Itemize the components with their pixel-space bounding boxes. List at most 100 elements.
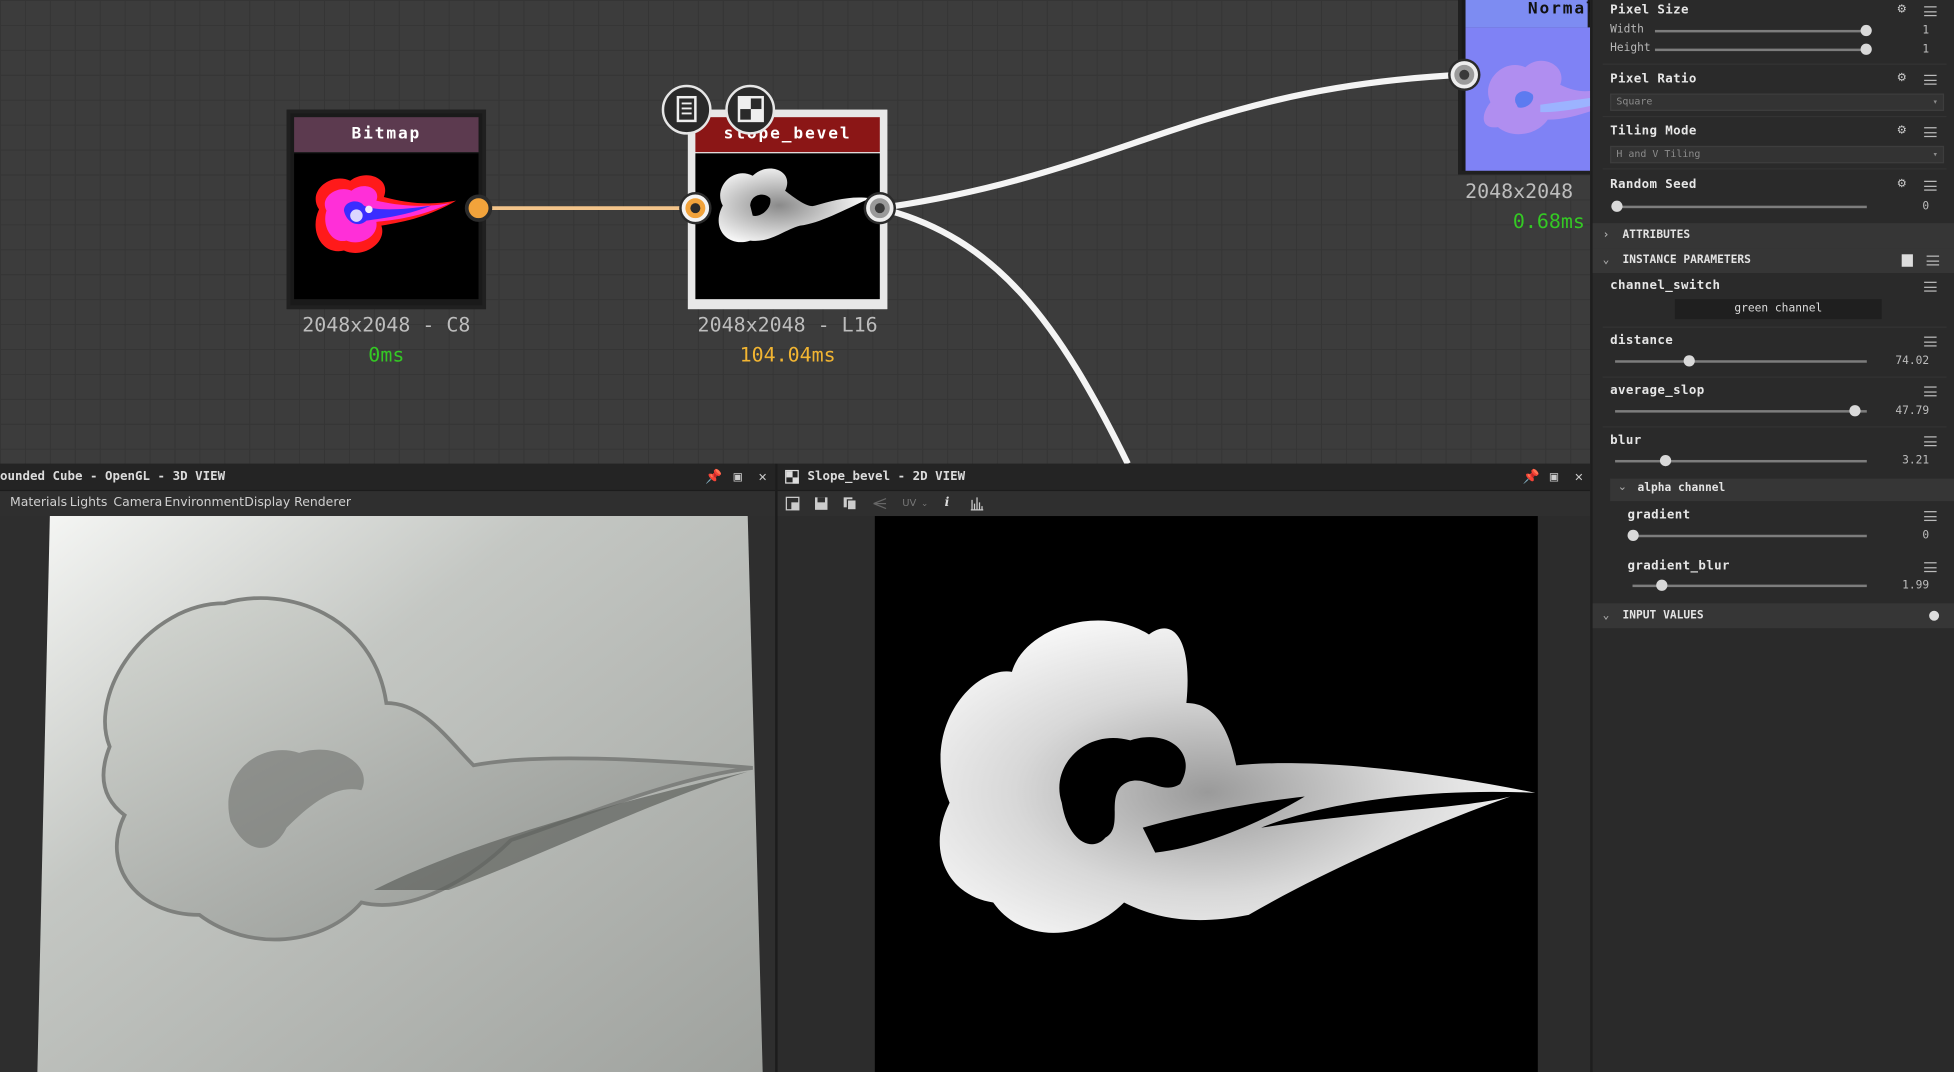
- menu-icon[interactable]: [1926, 255, 1940, 266]
- pin-icon[interactable]: 📌: [705, 470, 722, 484]
- menu-icon[interactable]: [1924, 281, 1937, 292]
- node-graph[interactable]: Bitmap 2048x2048 - C8 0ms slope_bevel 20…: [0, 0, 1591, 464]
- viewport-3d[interactable]: [0, 516, 776, 1072]
- slope-input-port[interactable]: [681, 194, 710, 222]
- chevron-down-icon: ⌄: [1602, 254, 1610, 267]
- viewport-2d[interactable]: [777, 516, 1591, 1072]
- close-icon[interactable]: ✕: [1573, 470, 1585, 484]
- channels-icon[interactable]: [872, 496, 887, 511]
- distance-knob[interactable]: [1683, 355, 1695, 367]
- normal-input-port[interactable]: [1450, 61, 1478, 89]
- tiling-mode-title: Tiling Mode: [1610, 124, 1697, 139]
- gradient-knob[interactable]: [1627, 529, 1639, 541]
- node-bitmap[interactable]: Bitmap: [286, 109, 487, 310]
- blur-value[interactable]: 3.21: [1902, 455, 1929, 467]
- pixel-height-slider[interactable]: [1654, 48, 1867, 52]
- random-seed-knob[interactable]: [1611, 200, 1623, 212]
- group-alpha-channel[interactable]: ⌄ alpha channel: [1610, 478, 1954, 502]
- checker-icon[interactable]: [725, 84, 776, 135]
- pixel-width-knob[interactable]: [1860, 24, 1872, 37]
- slope-bevel-preview: [939, 620, 1536, 933]
- close-icon[interactable]: ✕: [756, 470, 768, 484]
- gradient-blur-value[interactable]: 1.99: [1902, 580, 1929, 592]
- average-slop-slider[interactable]: [1615, 410, 1867, 413]
- menu-materials[interactable]: Materials: [10, 491, 67, 516]
- inherit-icon[interactable]: ⚙: [1897, 125, 1912, 137]
- tiling-mode-dropdown[interactable]: H and V Tiling ▾: [1610, 145, 1945, 164]
- average-slop-value[interactable]: 47.79: [1895, 405, 1929, 417]
- inherit-icon[interactable]: ⚙: [1897, 72, 1912, 84]
- menu-icon[interactable]: [1924, 6, 1937, 17]
- pixel-ratio-title: Pixel Ratio: [1610, 72, 1697, 87]
- view-2d[interactable]: Slope_bevel - 2D VIEW 📌 ▣ ✕ UV ⌄ i: [775, 463, 1591, 1072]
- view-3d[interactable]: ounded Cube - OpenGL - 3D VIEW 📌 ▣ ✕ Mat…: [0, 463, 776, 1072]
- gradient-slider[interactable]: [1632, 534, 1867, 538]
- blur-knob[interactable]: [1660, 454, 1672, 467]
- node-normal[interactable]: Normal: [1458, 0, 1591, 175]
- menu-icon[interactable]: [1924, 386, 1937, 397]
- info-icon[interactable]: i: [945, 491, 950, 516]
- histogram-icon[interactable]: [970, 496, 985, 511]
- add-icon[interactable]: [1929, 610, 1940, 621]
- section-instance-parameters[interactable]: ⌄ INSTANCE PARAMETERS: [1592, 248, 1954, 273]
- random-seed-value[interactable]: 0: [1922, 201, 1929, 213]
- pin-icon[interactable]: 📌: [1523, 470, 1540, 484]
- menu-lights[interactable]: Lights: [70, 491, 108, 516]
- pixel-width-slider[interactable]: [1654, 29, 1867, 33]
- node-resolution: 2048x2048 - C8: [302, 312, 471, 337]
- uv-dropdown[interactable]: UV: [902, 491, 916, 516]
- view-3d-title: ounded Cube - OpenGL - 3D VIEW: [0, 469, 226, 484]
- menu-icon[interactable]: [1924, 562, 1937, 573]
- save-icon[interactable]: [814, 496, 829, 511]
- gradient-blur-knob[interactable]: [1655, 579, 1667, 591]
- menu-camera[interactable]: Camera: [113, 491, 162, 516]
- maximize-icon[interactable]: ▣: [732, 470, 744, 484]
- section-attributes[interactable]: › ATTRIBUTES: [1592, 223, 1954, 249]
- export-icon[interactable]: [785, 496, 800, 511]
- node-slope-bevel[interactable]: slope_bevel: [687, 109, 888, 310]
- node-resolution: 2048x2048: [1465, 179, 1574, 204]
- wire-slope-to-normal: [879, 71, 1465, 212]
- copy-icon[interactable]: [842, 496, 857, 511]
- checker-icon: [785, 469, 799, 484]
- menu-display[interactable]: Display: [244, 491, 290, 516]
- inherit-icon[interactable]: ⚙: [1897, 178, 1912, 190]
- menu-environment[interactable]: Environment: [164, 491, 244, 516]
- pixel-height-value[interactable]: 1: [1922, 44, 1929, 56]
- divider: [1602, 376, 1947, 378]
- random-seed-slider[interactable]: [1615, 205, 1867, 209]
- gradient-blur-slider[interactable]: [1632, 584, 1867, 588]
- section-instance-parameters-label: INSTANCE PARAMETERS: [1622, 254, 1751, 267]
- blur-slider[interactable]: [1615, 459, 1867, 463]
- wire-slope-to-output: [879, 205, 1131, 464]
- divider: [1602, 63, 1947, 65]
- inherit-icon[interactable]: ⚙: [1897, 4, 1912, 16]
- distance-slider[interactable]: [1615, 360, 1867, 363]
- menu-icon[interactable]: [1924, 511, 1937, 522]
- bookmark-icon[interactable]: [1901, 254, 1913, 267]
- channel-switch-button[interactable]: green channel: [1674, 299, 1882, 320]
- document-icon[interactable]: [661, 84, 712, 135]
- chevron-down-icon: ⌄: [920, 498, 929, 509]
- bitmap-output-port[interactable]: [464, 194, 493, 222]
- pixel-height-knob[interactable]: [1860, 43, 1872, 55]
- menu-icon[interactable]: [1924, 336, 1937, 347]
- gradient-value[interactable]: 0: [1922, 530, 1929, 542]
- maximize-icon[interactable]: ▣: [1548, 470, 1560, 484]
- pixel-width-value[interactable]: 1: [1922, 25, 1929, 37]
- alpha-channel-label: alpha channel: [1637, 482, 1726, 495]
- menu-icon[interactable]: [1924, 436, 1937, 447]
- menu-icon[interactable]: [1924, 127, 1937, 138]
- pixel-ratio-dropdown[interactable]: Square ▾: [1610, 93, 1945, 111]
- distance-value[interactable]: 74.02: [1895, 355, 1929, 367]
- slope-output-port[interactable]: [866, 194, 894, 222]
- channel-switch-label: channel_switch: [1610, 279, 1721, 293]
- view-2d-header: Slope_bevel - 2D VIEW 📌 ▣ ✕: [777, 463, 1591, 492]
- section-input-values[interactable]: ⌄ INPUT VALUES: [1592, 603, 1954, 629]
- menu-renderer[interactable]: Renderer: [294, 491, 351, 516]
- average-slop-knob[interactable]: [1849, 405, 1861, 417]
- node-time: 104.04ms: [739, 342, 836, 367]
- menu-icon[interactable]: [1924, 180, 1937, 191]
- menu-icon[interactable]: [1924, 74, 1937, 85]
- average-slop-label: average_slop: [1610, 383, 1705, 398]
